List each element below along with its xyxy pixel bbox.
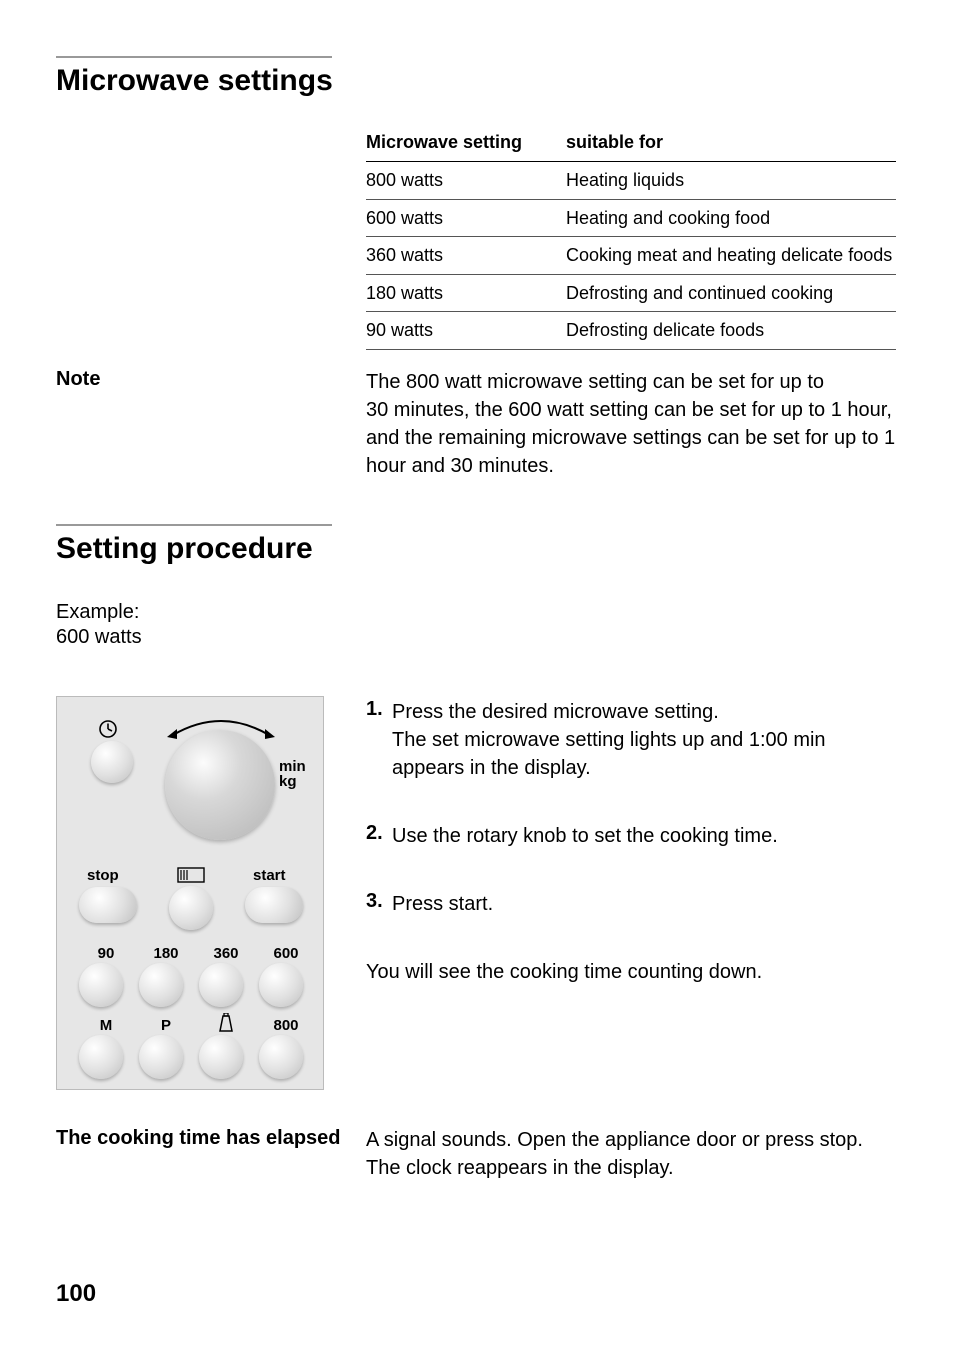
door-button	[169, 886, 213, 930]
watt-90-button	[79, 963, 123, 1007]
watt-800-label: 800	[261, 1017, 311, 1034]
program-label: P	[141, 1017, 191, 1034]
settings-table: Microwave setting suitable for 800 watts…	[366, 126, 896, 350]
rule	[56, 56, 332, 58]
watt-180-button	[139, 963, 183, 1007]
weight-button	[199, 1035, 243, 1079]
step-text: Press the desired microwave setting. The…	[392, 698, 898, 782]
program-button	[139, 1035, 183, 1079]
rule	[56, 524, 332, 526]
weight-icon	[201, 1013, 251, 1037]
table-row: 360 watts Cooking meat and heating delic…	[366, 237, 896, 275]
after-steps-text: You will see the cooking time counting d…	[366, 958, 898, 986]
rotary-knob	[165, 730, 275, 840]
elapsed-text: A signal sounds. Open the appliance door…	[366, 1126, 898, 1182]
kg-label: kg	[279, 774, 306, 790]
note-row: Note The 800 watt microwave setting can …	[56, 368, 898, 480]
procedure-row: min kg stop start 90 180	[56, 668, 898, 1090]
example-label: Example:	[56, 600, 898, 625]
table-row: 90 watts Defrosting delicate foods	[366, 312, 896, 350]
cell-use: Heating and cooking food	[566, 199, 896, 237]
cell-setting: 180 watts	[366, 274, 566, 312]
control-panel-illustration: min kg stop start 90 180	[56, 696, 324, 1090]
heading-setting-procedure: Setting procedure	[56, 532, 898, 566]
stop-label: stop	[87, 867, 119, 884]
min-kg-label: min kg	[279, 759, 306, 791]
watt-90-label: 90	[81, 945, 131, 962]
table-row: 600 watts Heating and cooking food	[366, 199, 896, 237]
watt-800-button	[259, 1035, 303, 1079]
section-setting-procedure: Setting procedure Example: 600 watts	[56, 524, 898, 1182]
step-text: Press start.	[392, 890, 493, 918]
watt-360-label: 360	[201, 945, 251, 962]
col-header-setting: Microwave setting	[366, 126, 566, 162]
step-text: Use the rotary knob to set the cooking t…	[392, 822, 778, 850]
start-label: start	[253, 867, 286, 884]
example-block: Example: 600 watts	[56, 600, 898, 650]
example-value: 600 watts	[56, 625, 898, 650]
table-row: 180 watts Defrosting and continued cooki…	[366, 274, 896, 312]
cell-use: Cooking meat and heating delicate foods	[566, 237, 896, 275]
section-microwave-settings: Microwave settings Microwave setting sui…	[56, 56, 898, 480]
step-2: 2. Use the rotary knob to set the cookin…	[366, 822, 898, 850]
note-text: The 800 watt microwave setting can be se…	[366, 368, 898, 480]
cell-setting: 600 watts	[366, 199, 566, 237]
start-button	[245, 887, 303, 923]
settings-table-wrap: Microwave setting suitable for 800 watts…	[366, 126, 898, 350]
cell-use: Defrosting delicate foods	[566, 312, 896, 350]
cell-setting: 800 watts	[366, 162, 566, 200]
note-label: Note	[56, 368, 366, 391]
watt-600-button	[259, 963, 303, 1007]
watt-600-label: 600	[261, 945, 311, 962]
watt-360-button	[199, 963, 243, 1007]
elapsed-label: The cooking time has elapsed	[56, 1126, 366, 1182]
page-number: 100	[56, 1280, 96, 1308]
elapsed-row: The cooking time has elapsed A signal so…	[56, 1126, 898, 1182]
door-open-icon	[177, 867, 205, 888]
min-label: min	[279, 759, 306, 775]
clock-button	[91, 741, 133, 783]
col-header-suitable: suitable for	[566, 126, 896, 162]
cell-setting: 90 watts	[366, 312, 566, 350]
memory-label: M	[81, 1017, 131, 1034]
step-number: 3.	[366, 890, 392, 918]
clock-icon	[98, 719, 118, 744]
memory-button	[79, 1035, 123, 1079]
step-number: 1.	[366, 698, 392, 782]
cell-use: Defrosting and continued cooking	[566, 274, 896, 312]
cell-setting: 360 watts	[366, 237, 566, 275]
heading-microwave-settings: Microwave settings	[56, 64, 898, 98]
step-1: 1. Press the desired microwave setting. …	[366, 698, 898, 782]
step-3: 3. Press start.	[366, 890, 898, 918]
cell-use: Heating liquids	[566, 162, 896, 200]
watt-180-label: 180	[141, 945, 191, 962]
stop-button	[79, 887, 137, 923]
step-number: 2.	[366, 822, 392, 850]
table-row: 800 watts Heating liquids	[366, 162, 896, 200]
